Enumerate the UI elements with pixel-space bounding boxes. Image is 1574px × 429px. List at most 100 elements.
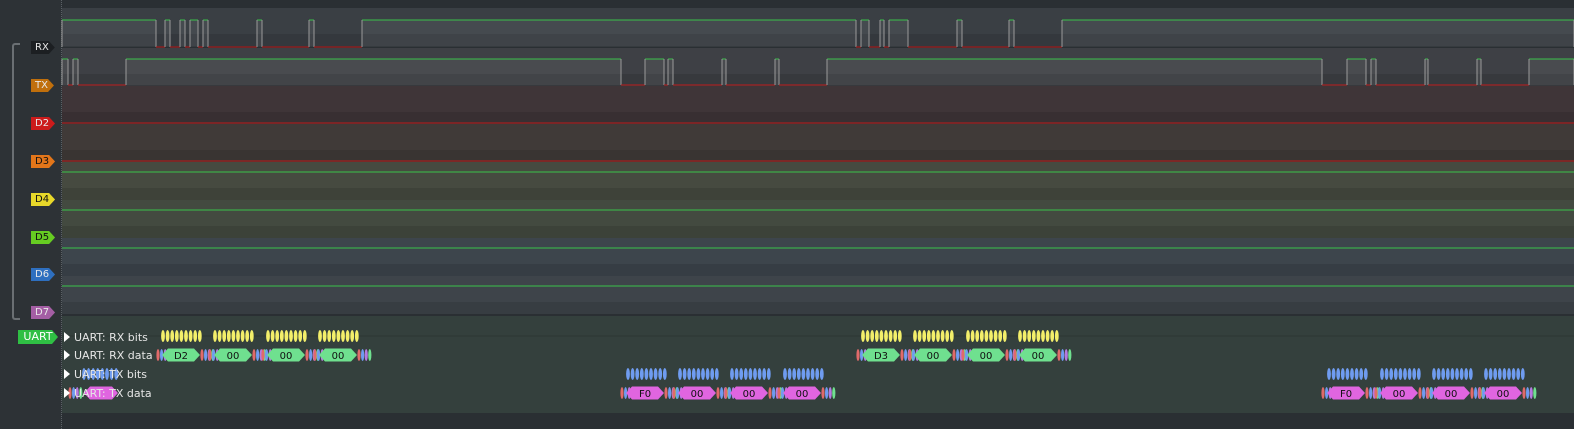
bit-marker[interactable] [989,330,993,342]
bit-marker[interactable] [1412,368,1417,380]
bit-marker[interactable] [979,330,984,342]
bit-marker[interactable] [653,368,658,380]
bit-marker[interactable] [787,368,792,380]
bit-marker[interactable] [222,330,227,342]
bit-marker[interactable] [931,330,936,342]
bit-marker[interactable] [753,368,757,380]
bit-marker[interactable] [293,330,298,342]
bit-marker[interactable] [810,368,815,380]
bit-marker[interactable] [1331,368,1336,380]
bit-marker[interactable] [1027,330,1032,342]
bit-marker[interactable] [635,368,640,380]
bit-marker[interactable] [630,368,635,380]
bit-marker[interactable] [696,368,701,380]
bit-marker[interactable] [1350,368,1354,380]
bit-marker[interactable] [322,330,327,342]
bit-marker[interactable] [226,330,231,342]
bit-marker[interactable] [1516,368,1521,380]
bit-marker[interactable] [1380,368,1384,380]
bit-marker[interactable] [966,330,970,342]
expand-arrow-icon[interactable] [64,388,70,398]
bit-marker[interactable] [1045,330,1050,342]
decoder-row-tx-data[interactable]: UART: TX data [64,387,152,401]
bit-marker[interactable] [1340,368,1345,380]
bit-marker[interactable] [1450,368,1455,380]
bit-marker[interactable] [193,330,198,342]
bit-marker[interactable] [806,368,810,380]
bit-marker[interactable] [174,330,179,342]
bit-marker[interactable] [1484,368,1488,380]
bit-marker[interactable] [1488,368,1493,380]
bit-marker[interactable] [1502,368,1507,380]
bit-marker[interactable] [1432,368,1436,380]
bit-marker[interactable] [1468,368,1473,380]
bit-marker[interactable] [815,368,820,380]
bit-marker[interactable] [874,330,879,342]
bit-marker[interactable] [1359,368,1364,380]
bit-marker[interactable] [1393,368,1398,380]
bit-marker[interactable] [644,368,649,380]
bit-marker[interactable] [897,330,902,342]
bit-marker[interactable] [270,330,275,342]
bit-marker[interactable] [888,330,893,342]
bit-marker[interactable] [341,330,345,342]
decoder-row-rx-data[interactable]: UART: RX data [64,349,153,363]
bit-marker[interactable] [1464,368,1469,380]
bit-marker[interactable] [984,330,989,342]
bit-marker[interactable] [217,330,222,342]
bit-marker[interactable] [1445,368,1450,380]
decoder-row-tx-bits[interactable]: UART: TX bits [64,368,147,382]
bit-marker[interactable] [861,330,865,342]
bit-marker[interactable] [734,368,739,380]
bit-marker[interactable] [730,368,734,380]
bit-marker[interactable] [819,368,824,380]
bit-marker[interactable] [302,330,307,342]
bit-marker[interactable] [1054,330,1059,342]
expand-arrow-icon[interactable] [64,350,70,360]
bit-marker[interactable] [184,330,188,342]
bit-marker[interactable] [1031,330,1036,342]
bit-marker[interactable] [1407,368,1412,380]
bit-marker[interactable] [1459,368,1464,380]
bit-marker[interactable] [626,368,630,380]
bit-marker[interactable] [249,330,254,342]
bit-marker[interactable] [279,330,284,342]
bit-marker[interactable] [893,330,898,342]
bit-marker[interactable] [1520,368,1525,380]
bit-marker[interactable] [1354,368,1359,380]
bit-marker[interactable] [743,368,748,380]
bit-marker[interactable] [926,330,931,342]
bit-marker[interactable] [710,368,715,380]
bit-marker[interactable] [714,368,719,380]
bit-marker[interactable] [240,330,245,342]
bit-marker[interactable] [1050,330,1055,342]
bit-marker[interactable] [161,330,165,342]
bit-marker[interactable] [1002,330,1007,342]
expand-arrow-icon[interactable] [64,332,70,342]
bit-marker[interactable] [336,330,341,342]
bit-marker[interactable] [1403,368,1407,380]
bit-marker[interactable] [801,368,806,380]
bit-marker[interactable] [783,368,787,380]
bit-marker[interactable] [1018,330,1022,342]
bit-marker[interactable] [922,330,927,342]
bit-marker[interactable] [639,368,644,380]
bit-marker[interactable] [327,330,332,342]
bit-marker[interactable] [231,330,236,342]
bit-marker[interactable] [331,330,336,342]
bit-marker[interactable] [691,368,696,380]
bit-marker[interactable] [1493,368,1498,380]
bit-marker[interactable] [757,368,762,380]
bit-marker[interactable] [766,368,771,380]
bit-marker[interactable] [870,330,875,342]
bit-marker[interactable] [879,330,884,342]
bit-marker[interactable] [739,368,744,380]
bit-marker[interactable] [1507,368,1511,380]
bit-marker[interactable] [940,330,945,342]
bit-marker[interactable] [762,368,767,380]
bit-marker[interactable] [1036,330,1041,342]
bit-marker[interactable] [1345,368,1350,380]
bit-marker[interactable] [1511,368,1516,380]
bit-marker[interactable] [1441,368,1446,380]
bit-marker[interactable] [748,368,753,380]
